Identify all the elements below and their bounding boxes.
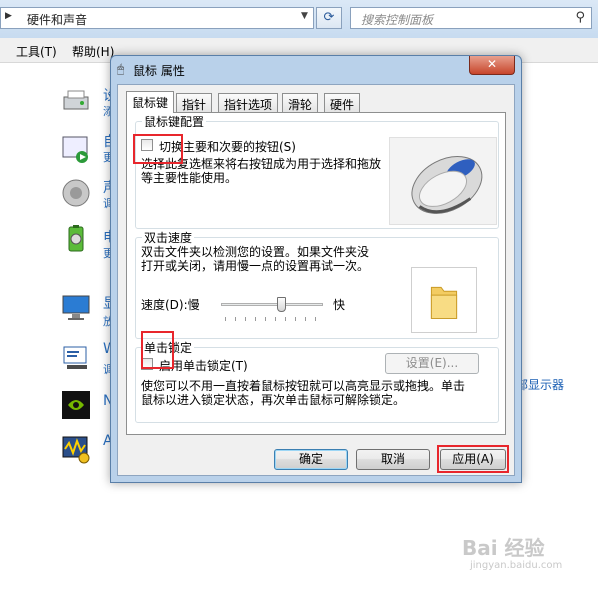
button-config-title: 鼠标键配置 xyxy=(142,113,207,130)
menu-tools[interactable]: 工具(T) xyxy=(16,43,57,60)
slider-ticks xyxy=(225,317,321,321)
speed-fast-label: 快 xyxy=(333,298,346,312)
click-lock-settings-button[interactable]: 设置(E)... xyxy=(385,353,479,374)
double-click-description-2: 打开或关闭，请用慢一点的设置再试一次。 xyxy=(141,259,370,273)
refresh-button[interactable]: ⟳ xyxy=(316,7,342,29)
close-button[interactable]: ✕ xyxy=(469,56,515,75)
double-click-description-1: 双击文件夹以检测您的设置。如果文件夹没 xyxy=(141,245,370,259)
highlight-switch-checkbox xyxy=(133,134,183,164)
devices-printers-icon[interactable] xyxy=(60,85,92,117)
button-config-description-2: 等主要性能使用。 xyxy=(141,171,238,185)
ok-button[interactable]: 确定 xyxy=(274,449,348,470)
breadcrumb[interactable]: 硬件和声音 xyxy=(27,11,87,28)
buttons-tab-panel: 鼠标键配置 切换主要和次要的按钮(S) 选择此复选框来将右按钮成为用于选择和拖放… xyxy=(126,112,506,435)
sound-icon[interactable] xyxy=(60,177,92,209)
address-dropdown-icon[interactable]: ▼ xyxy=(301,11,308,21)
autoplay-icon[interactable] xyxy=(60,133,92,165)
watermark-url: jingyan.baidu.com xyxy=(470,560,563,571)
double-click-speed-thumb[interactable] xyxy=(277,297,286,312)
power-options-icon[interactable] xyxy=(60,223,92,255)
cancel-button[interactable]: 取消 xyxy=(356,449,430,470)
test-folder-icon[interactable] xyxy=(411,267,477,333)
search-box[interactable]: 搜索控制面板 ⚲ xyxy=(350,7,592,29)
tab-pointer-options[interactable]: 指针选项 xyxy=(218,93,279,112)
click-lock-description-1: 使您可以不用一直按着鼠标按钮就可以高亮显示或拖拽。单击 xyxy=(141,379,466,393)
mouse-title-icon: 🖱 xyxy=(117,62,125,76)
double-click-title: 双击速度 xyxy=(142,229,195,246)
search-input[interactable]: 搜索控制面板 xyxy=(361,11,433,28)
tab-hardware[interactable]: 硬件 xyxy=(324,93,361,112)
close-icon: ✕ xyxy=(486,57,498,71)
click-lock-description-2: 鼠标以进入锁定状态，再次单击鼠标可解除锁定。 xyxy=(141,393,406,407)
highlight-click-lock-checkbox xyxy=(141,331,174,369)
address-bar[interactable]: ▶ 硬件和声音 ▼ xyxy=(0,7,314,29)
windows-mobility-icon[interactable] xyxy=(60,341,92,373)
menu-help[interactable]: 帮助(H) xyxy=(72,43,114,60)
mouse-image xyxy=(389,137,497,225)
search-icon[interactable]: ⚲ xyxy=(575,10,585,25)
breadcrumb-arrow-icon[interactable]: ▶ xyxy=(5,11,12,21)
tab-wheel[interactable]: 滑轮 xyxy=(282,93,319,112)
mouse-properties-dialog: 🖱 鼠标 属性 ✕ 鼠标键 指针 指针选项 滑轮 硬件 鼠标键配置 切换主要和次… xyxy=(110,55,522,483)
nvidia-icon[interactable] xyxy=(60,389,92,421)
tab-buttons[interactable]: 鼠标键 xyxy=(126,91,175,113)
connect-monitor-link[interactable]: 部显示器 xyxy=(516,376,564,393)
watermark-logo: Bai 经验 xyxy=(462,536,545,560)
double-click-speed-slider[interactable] xyxy=(221,303,323,306)
speed-slow-label: 速度(D):慢 xyxy=(141,298,200,312)
highlight-apply-button xyxy=(437,445,509,473)
display-icon[interactable] xyxy=(60,291,92,323)
explorer-toolbar: ▶ 硬件和声音 ▼ ⟳ 搜索控制面板 ⚲ xyxy=(0,0,598,39)
refresh-icon: ⟳ xyxy=(323,10,335,25)
audio-manager-icon[interactable] xyxy=(60,433,92,465)
dialog-title: 鼠标 属性 xyxy=(133,64,185,78)
tab-pointers[interactable]: 指针 xyxy=(176,93,213,112)
